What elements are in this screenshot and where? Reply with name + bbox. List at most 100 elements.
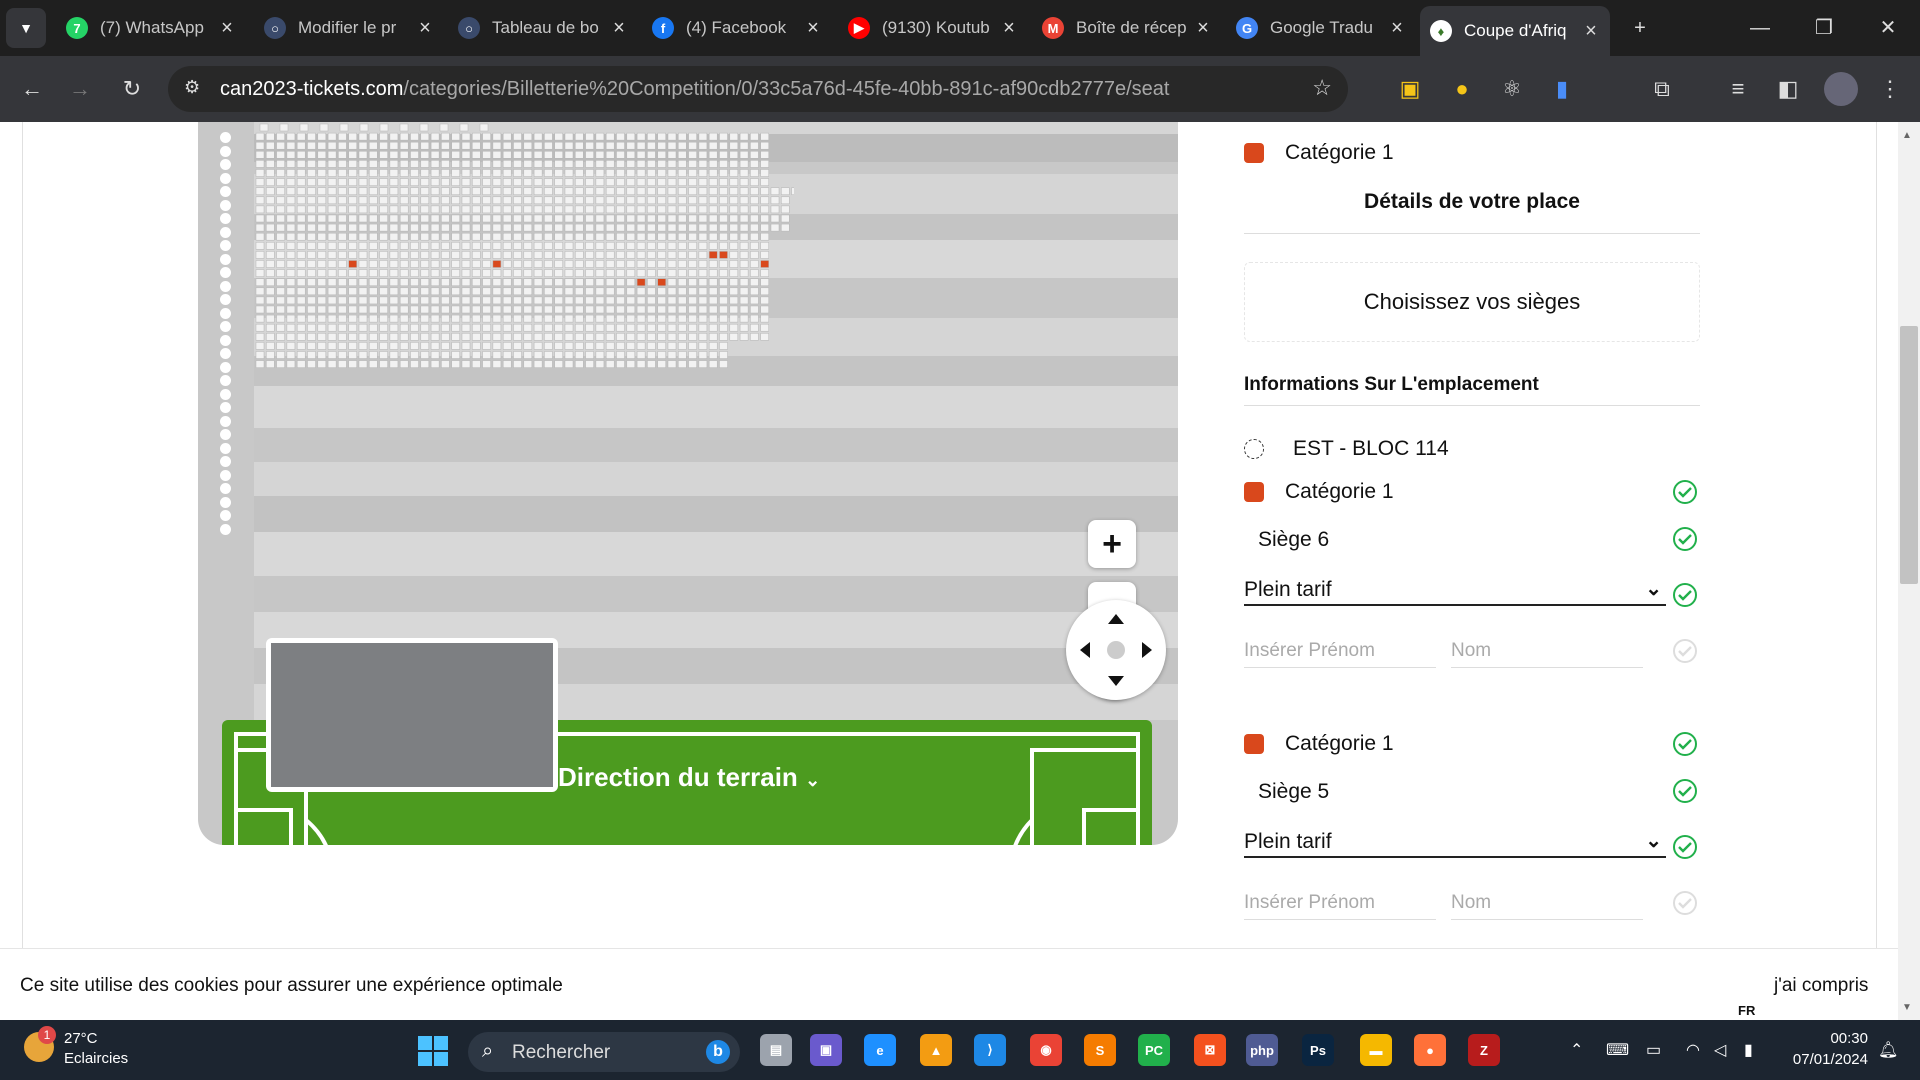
seat[interactable] [647, 223, 656, 232]
seat[interactable] [636, 151, 646, 159]
seat[interactable] [595, 141, 605, 150]
seat[interactable] [626, 205, 636, 214]
seat[interactable] [441, 151, 450, 159]
seat[interactable] [492, 187, 502, 195]
seat[interactable] [760, 296, 769, 305]
seat[interactable] [502, 187, 512, 195]
seat[interactable] [379, 178, 388, 186]
seat[interactable] [616, 178, 625, 186]
seat[interactable] [605, 232, 615, 241]
seat[interactable] [317, 333, 327, 341]
seat[interactable] [770, 223, 780, 232]
seat[interactable] [698, 278, 708, 286]
seat[interactable] [482, 160, 491, 168]
seat[interactable] [595, 314, 605, 323]
seat[interactable] [410, 314, 419, 323]
seat[interactable] [605, 205, 615, 214]
seat[interactable] [770, 196, 780, 205]
seat[interactable] [276, 323, 285, 332]
seat[interactable] [327, 214, 337, 223]
seat[interactable] [523, 360, 533, 368]
seat[interactable] [781, 196, 790, 205]
seat[interactable] [739, 169, 749, 177]
seat[interactable] [379, 360, 388, 368]
seat[interactable] [595, 278, 605, 286]
seat[interactable] [420, 269, 430, 277]
seat[interactable] [502, 151, 512, 159]
seat[interactable] [358, 205, 368, 214]
seat[interactable] [369, 151, 378, 159]
seat[interactable] [419, 123, 429, 132]
seat[interactable] [266, 333, 275, 341]
seat[interactable] [399, 314, 409, 323]
extension-icon[interactable]: ⚛ [1496, 76, 1528, 102]
seat[interactable] [750, 151, 759, 159]
seat[interactable] [420, 278, 430, 286]
seat[interactable] [554, 323, 563, 332]
seat[interactable] [255, 132, 265, 141]
seat[interactable] [595, 205, 605, 214]
seat[interactable] [647, 151, 656, 159]
seat[interactable] [502, 214, 512, 223]
seat[interactable] [492, 141, 502, 150]
seat[interactable] [441, 360, 450, 368]
seat[interactable] [688, 323, 697, 332]
seat[interactable] [708, 260, 718, 268]
seat[interactable] [698, 323, 708, 332]
seat[interactable] [626, 160, 636, 168]
seat[interactable] [348, 333, 357, 341]
seat[interactable] [339, 123, 349, 132]
seat[interactable] [605, 333, 615, 341]
close-tab-icon[interactable]: × [1194, 17, 1212, 40]
seat[interactable] [564, 132, 574, 141]
seat[interactable] [719, 214, 728, 223]
seat[interactable] [379, 169, 388, 177]
seat[interactable] [667, 323, 677, 332]
seat[interactable] [307, 232, 316, 241]
seat[interactable] [338, 269, 347, 277]
seat[interactable] [296, 242, 306, 250]
seat[interactable] [760, 232, 769, 241]
seat[interactable] [657, 214, 666, 223]
seat[interactable] [430, 160, 440, 168]
seat[interactable] [513, 260, 522, 268]
seat[interactable] [781, 214, 790, 223]
seat[interactable] [492, 342, 502, 350]
seat[interactable] [585, 333, 594, 341]
seat[interactable] [317, 132, 327, 141]
seat[interactable] [461, 205, 471, 214]
seat[interactable] [276, 141, 285, 150]
seat[interactable] [286, 251, 296, 259]
seat[interactable] [647, 196, 656, 205]
seat[interactable] [729, 260, 739, 268]
seat[interactable] [348, 242, 357, 250]
notification-bell-icon[interactable]: 🔔︎ [1878, 1040, 1898, 1060]
seat[interactable] [459, 123, 469, 132]
seat[interactable] [399, 296, 409, 305]
seat[interactable] [708, 269, 718, 277]
seat[interactable] [317, 205, 327, 214]
seat[interactable] [430, 169, 440, 177]
seat[interactable] [379, 123, 389, 132]
seat[interactable] [554, 223, 563, 232]
seat[interactable] [472, 132, 481, 141]
seat[interactable] [399, 160, 409, 168]
seat[interactable] [564, 314, 574, 323]
seat[interactable] [575, 187, 584, 195]
seat[interactable] [657, 251, 666, 259]
seat[interactable] [430, 242, 440, 250]
seat[interactable] [492, 160, 502, 168]
seat[interactable] [523, 251, 533, 259]
seat[interactable] [307, 160, 316, 168]
seat[interactable] [472, 251, 481, 259]
seat[interactable] [266, 351, 275, 359]
seat[interactable] [626, 342, 636, 350]
seat[interactable] [451, 132, 460, 141]
seat[interactable] [420, 141, 430, 150]
seat[interactable] [513, 278, 522, 286]
seat[interactable] [379, 214, 388, 223]
seat[interactable] [410, 141, 419, 150]
seat[interactable] [708, 132, 718, 141]
seat[interactable] [441, 251, 450, 259]
seat[interactable] [379, 251, 388, 259]
